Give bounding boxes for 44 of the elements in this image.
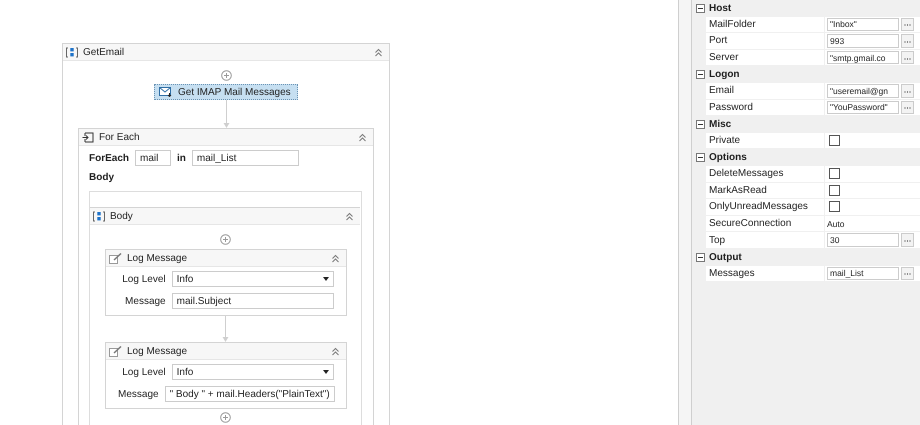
property-value-field[interactable]: 993 bbox=[827, 34, 899, 48]
list-field[interactable]: mail_List bbox=[192, 150, 299, 166]
property-name: Messages bbox=[709, 268, 755, 279]
category-title: Options bbox=[709, 152, 747, 164]
property-name: OnlyUnreadMessages bbox=[709, 201, 808, 212]
property-value-field[interactable]: "smtp.gmail.co bbox=[827, 50, 899, 64]
field-label: Message bbox=[118, 388, 159, 400]
sequence-title: GetEmail bbox=[83, 46, 126, 58]
message-field[interactable]: " Body " + mail.Headers("PlainText") bbox=[164, 386, 335, 402]
property-name: DeleteMessages bbox=[709, 168, 784, 180]
imap-activity[interactable]: Get IMAP Mail Messages bbox=[154, 84, 298, 100]
field-label: Log Level bbox=[121, 366, 166, 378]
property-value-field[interactable]: 30 bbox=[827, 233, 899, 247]
property-value-field[interactable]: "useremail@gn bbox=[827, 84, 899, 98]
category-title: Host bbox=[709, 2, 732, 14]
property-value-field[interactable]: "YouPassword" bbox=[827, 100, 899, 114]
category-title: Output bbox=[709, 252, 742, 263]
property-name: Email bbox=[709, 85, 734, 96]
property-value: Auto bbox=[827, 218, 844, 229]
field-label: ForEach bbox=[89, 152, 130, 164]
message-field[interactable]: mail.Subject bbox=[172, 293, 334, 309]
sequence-title: Body bbox=[110, 210, 134, 222]
body-label: Body bbox=[89, 172, 115, 183]
category-title: Logon bbox=[709, 69, 740, 80]
property-name: MailFolder bbox=[709, 18, 756, 30]
property-name: SecureConnection bbox=[709, 218, 792, 230]
property-value-field[interactable]: "Inbox" bbox=[827, 18, 899, 32]
property-name: Server bbox=[709, 52, 738, 64]
activity-title: Log Message bbox=[127, 252, 188, 264]
property-name: Port bbox=[709, 35, 728, 46]
field-label: in bbox=[177, 152, 186, 164]
log-level-dropdown[interactable]: Info bbox=[172, 271, 334, 287]
log-level-dropdown[interactable]: Info bbox=[172, 364, 334, 380]
for-each-title: For Each bbox=[99, 132, 141, 142]
category-title: Misc bbox=[709, 118, 732, 130]
property-name: MarkAsRead bbox=[709, 184, 767, 196]
property-value-field[interactable]: mail_List bbox=[827, 266, 899, 280]
item-field[interactable]: mail bbox=[135, 150, 172, 166]
activity-title: Log Message bbox=[127, 346, 188, 356]
property-name: Private bbox=[709, 135, 740, 146]
field-label: Message bbox=[124, 296, 166, 306]
property-name: Password bbox=[709, 102, 753, 113]
field-label: Log Level bbox=[121, 274, 166, 284]
property-name: Top bbox=[709, 234, 726, 246]
